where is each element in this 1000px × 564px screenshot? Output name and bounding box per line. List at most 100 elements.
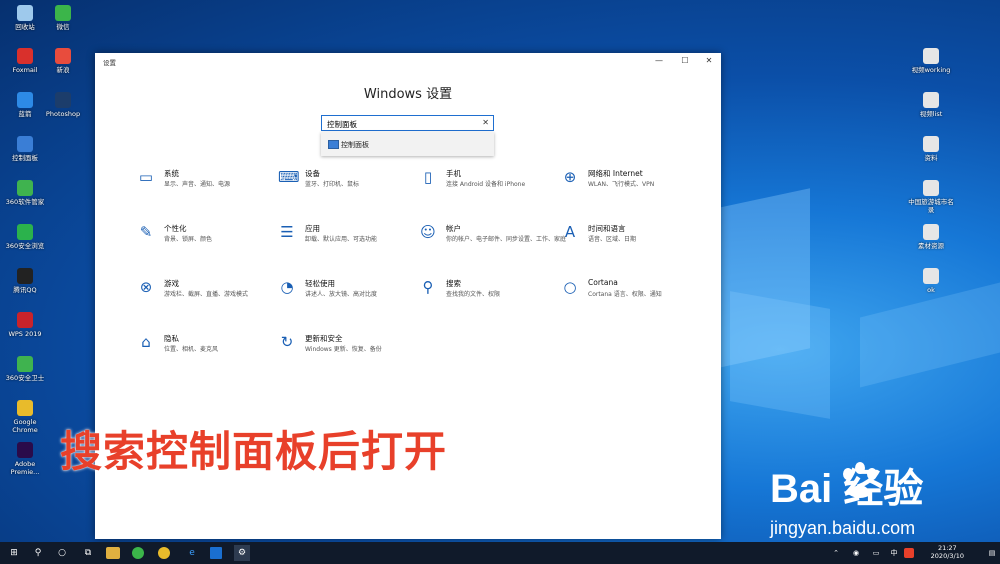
category-desc: 蓝牙、打印机、鼠标	[305, 181, 360, 188]
globe-icon: ⊕	[563, 168, 577, 186]
baidu-url: jingyan.baidu.com	[770, 518, 916, 538]
chrome-icon[interactable]	[158, 547, 170, 559]
desktop-icon[interactable]: 新浪	[40, 48, 86, 74]
app-icon	[17, 312, 33, 328]
category-name: 轻松使用	[305, 279, 335, 288]
category-desc: WLAN、飞行模式、VPN	[588, 181, 655, 188]
start-icon[interactable]: ⊞	[6, 545, 22, 561]
app-icon	[55, 5, 71, 21]
desktop-icon[interactable]: 腾讯QQ	[2, 268, 48, 294]
desktop-icon-label: 控制面板	[12, 154, 38, 162]
app-icon	[17, 224, 33, 240]
title-bar: 设置 — ☐ ✕	[95, 53, 721, 69]
desktop-icon-label: 视频working	[911, 66, 951, 74]
desktop-icon-label: 资料	[924, 154, 938, 162]
search-icon: ⚲	[422, 278, 434, 296]
desktop-icon[interactable]: 控制面板	[2, 136, 48, 162]
desktop-icon[interactable]: 中国旅游城市名录	[908, 180, 954, 214]
tray-chevron-icon[interactable]: ⌃	[828, 545, 844, 561]
maximize-button[interactable]: ☐	[675, 54, 695, 68]
app-icon	[55, 92, 71, 108]
notification-icon[interactable]: ▤	[984, 545, 1000, 561]
tray-app-icon[interactable]	[904, 548, 914, 558]
app-icon	[17, 92, 33, 108]
file-icon	[923, 92, 939, 108]
cortana-icon[interactable]: ○	[54, 545, 70, 561]
settings-gear-icon[interactable]: ⚙	[234, 545, 250, 561]
category-name: 应用	[305, 224, 320, 233]
desktop-icon[interactable]: 视频list	[908, 92, 954, 118]
category-desc: 你的帐户、电子邮件、同步设置、工作、家庭	[446, 236, 567, 243]
ease-of-access-icon: ◔	[280, 278, 294, 296]
360-browser-icon[interactable]	[132, 547, 144, 559]
search-icon[interactable]: ⚲	[30, 545, 46, 561]
desktop-icon[interactable]: Photoshop	[40, 92, 86, 118]
desktop-icon[interactable]: 360软件管家	[2, 180, 48, 206]
category-laptop[interactable]: ▭ 系统 显示、声音、通知、电源	[137, 166, 277, 196]
desktop-icon[interactable]: 微信	[40, 5, 86, 31]
desktop-icon[interactable]: Google Chrome	[2, 400, 48, 434]
search-value: 控制面板	[327, 120, 357, 129]
app-icon	[17, 400, 33, 416]
update-icon: ↻	[280, 333, 294, 351]
desktop-icon[interactable]: ok	[908, 268, 954, 294]
category-personalize[interactable]: ✎ 个性化 背景、锁屏、颜色	[137, 221, 277, 251]
file-explorer-icon[interactable]	[106, 547, 120, 559]
category-phone[interactable]: ▯ 手机 连接 Android 设备和 iPhone	[419, 166, 559, 196]
app-icon	[17, 136, 33, 152]
category-name: 帐户	[446, 224, 461, 233]
desktop-icon[interactable]: 视频working	[908, 48, 954, 74]
file-icon	[923, 224, 939, 240]
desktop-icon-label: Google Chrome	[12, 418, 38, 434]
category-time-language[interactable]: A 时间和语言 语音、区域、日期	[561, 221, 701, 251]
category-account[interactable]: ☺ 帐户你的帐户、电子邮件、同步设置、工作、家庭	[419, 221, 566, 251]
account-icon: ☺	[420, 223, 436, 241]
desktop-icon[interactable]: 素材资源	[908, 224, 954, 250]
desktop-icon[interactable]: 360安全卫士	[2, 356, 48, 382]
category-desc: 语音、区域、日期	[588, 236, 637, 243]
taskbar: ⊞ ⚲ ○ ⧉ e ⚙ ⌃ ◉ ▭ 中 21:27 2020/3/10 ▤	[0, 542, 1000, 564]
time-language-icon: A	[564, 223, 576, 241]
category-lock[interactable]: ⌂ 隐私 位置、相机、麦克风	[137, 331, 277, 361]
app-icon	[17, 180, 33, 196]
desktop-icon-label: 中国旅游城市名录	[908, 198, 954, 214]
category-search[interactable]: ⚲ 搜索 查找我的文件、权限	[419, 276, 559, 306]
category-update[interactable]: ↻ 更新和安全 Windows 更新、恢复、备份	[278, 331, 418, 361]
category-desc: 位置、相机、麦克风	[164, 346, 219, 353]
category-xbox[interactable]: ⊗ 游戏 游戏栏、截屏、直播、游戏模式	[137, 276, 277, 306]
network-icon[interactable]: ▭	[868, 545, 884, 561]
phone-icon: ▯	[423, 168, 433, 186]
category-name: 网络和 Internet	[588, 169, 643, 178]
cortana-icon: ○	[563, 278, 577, 296]
minimize-button[interactable]: —	[649, 54, 669, 68]
ime-icon[interactable]: 中	[886, 545, 902, 561]
category-name: 设备	[305, 169, 320, 178]
clock-date: 2020/3/10	[930, 552, 964, 560]
clear-icon[interactable]: ✕	[482, 118, 489, 127]
category-devices[interactable]: ⌨ 设备蓝牙、打印机、鼠标	[278, 166, 418, 196]
category-ease-of-access[interactable]: ◔ 轻松使用 讲述人、放大镜、高对比度	[278, 276, 418, 306]
volume-icon[interactable]: ◉	[848, 545, 864, 561]
desktop-icon[interactable]: 360安全浏览	[2, 224, 48, 250]
search-suggestion[interactable]: 控制面板	[321, 132, 494, 156]
category-globe[interactable]: ⊕ 网络和 Internet WLAN、飞行模式、VPN	[561, 166, 701, 196]
desktop-icon[interactable]: WPS 2019	[2, 312, 48, 338]
app-icon	[17, 442, 33, 458]
category-desc: 连接 Android 设备和 iPhone	[446, 181, 526, 188]
desktop-icon[interactable]: 资料	[908, 136, 954, 162]
task-view-icon[interactable]: ⧉	[80, 545, 96, 561]
category-apps[interactable]: ☰ 应用 卸载、默认应用、可选功能	[278, 221, 418, 251]
desktop-icon-label: Photoshop	[45, 110, 81, 118]
close-button[interactable]: ✕	[699, 54, 719, 68]
search-input[interactable]: 控制面板 ✕	[321, 115, 494, 131]
edge-icon[interactable]: e	[184, 545, 200, 561]
lock-icon: ⌂	[141, 333, 151, 351]
devices-icon: ⌨	[278, 168, 300, 186]
desktop-icon-label: 微信	[56, 23, 70, 31]
app-icon	[17, 356, 33, 372]
clock[interactable]: 21:27 2020/3/10	[931, 544, 964, 560]
app-icon[interactable]	[210, 547, 222, 559]
category-cortana[interactable]: ○ Cortana Cortana 语言、权限、通知	[561, 276, 701, 306]
file-icon	[923, 180, 939, 196]
desktop-icon[interactable]: Adobe Premie...	[2, 442, 48, 476]
